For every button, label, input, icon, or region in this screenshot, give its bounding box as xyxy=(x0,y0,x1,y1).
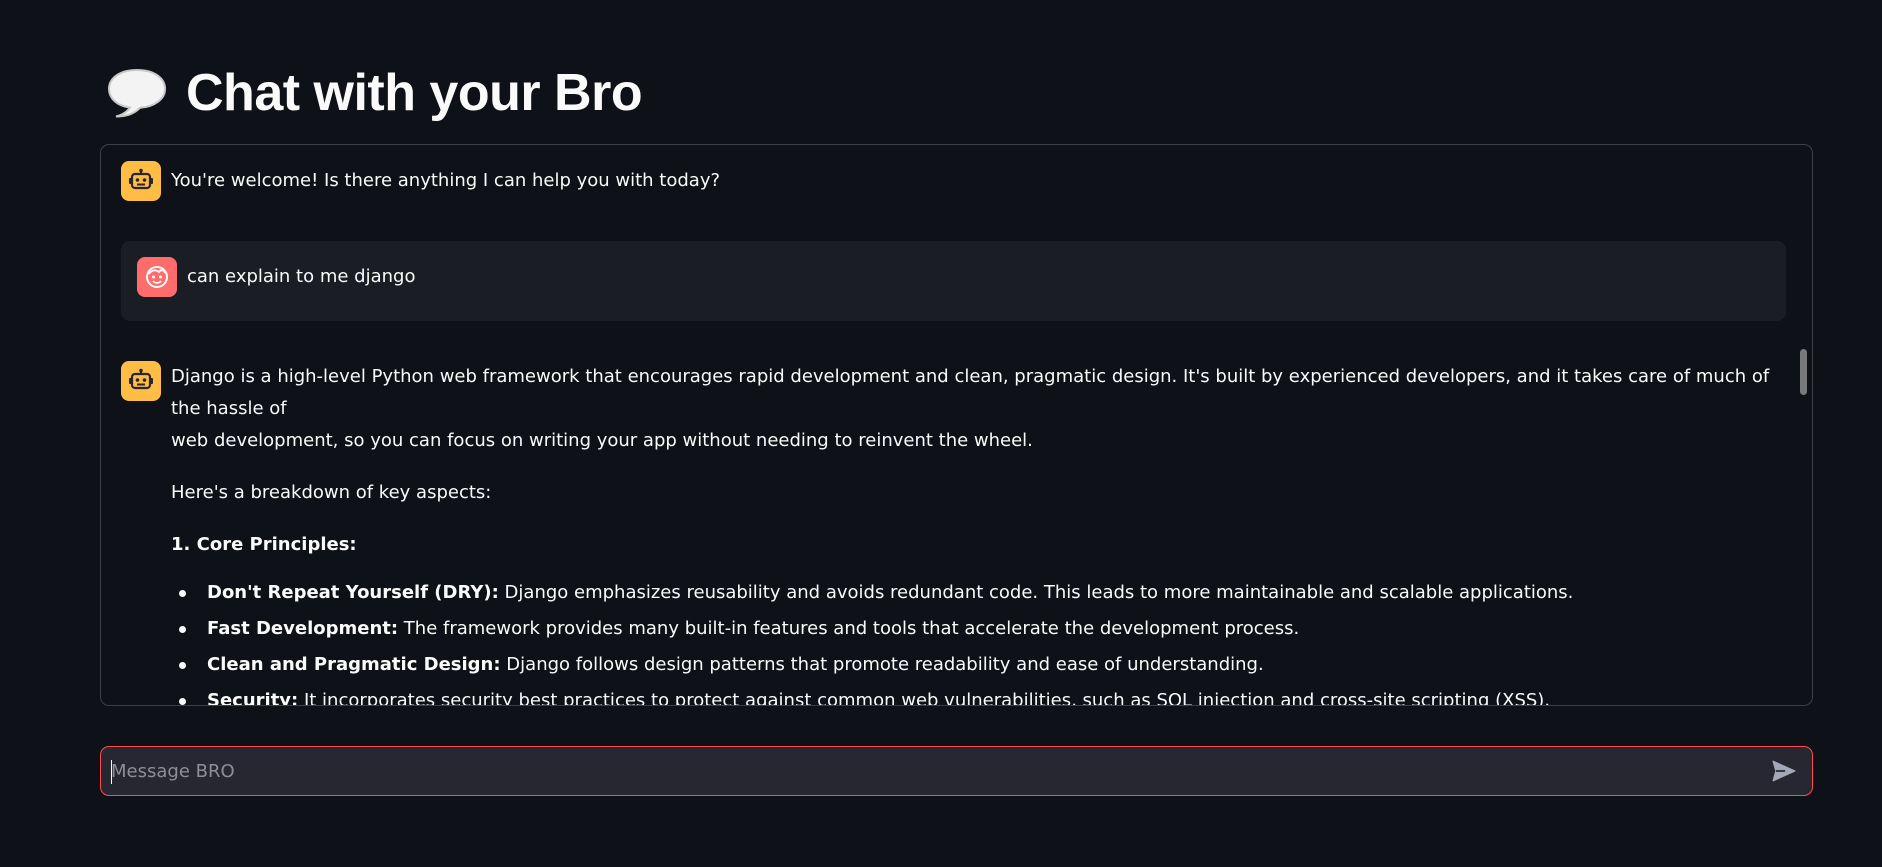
message-text-line: web development, so you can focus on wri… xyxy=(171,430,1033,451)
list-item-desc: The framework provides many built-in fea… xyxy=(398,618,1300,639)
bullet-list: Don't Repeat Yourself (DRY): Django emph… xyxy=(171,575,1786,706)
assistant-message: You're welcome! Is there anything I can … xyxy=(121,161,1786,201)
list-item-desc: It incorporates security best practices … xyxy=(298,690,1551,706)
message-input[interactable] xyxy=(101,747,1760,795)
list-item: Security: It incorporates security best … xyxy=(171,683,1786,706)
section-heading: 1. Core Principles: xyxy=(171,534,357,555)
list-item: Fast Development: The framework provides… xyxy=(171,611,1786,647)
list-item: Don't Repeat Yourself (DRY): Django emph… xyxy=(171,575,1786,611)
user-message-content: can explain to me django xyxy=(187,257,415,321)
assistant-message-content: You're welcome! Is there anything I can … xyxy=(171,161,720,201)
list-item-term: Security: xyxy=(207,690,299,706)
page-header: Chat with your Bro xyxy=(106,58,643,128)
robot-face-icon xyxy=(129,368,153,390)
chat-input-container[interactable] xyxy=(100,746,1813,796)
page-title: Chat with your Bro xyxy=(186,64,643,122)
list-item-desc: Django follows design patterns that prom… xyxy=(500,654,1264,675)
assistant-message: Django is a high-level Python web framew… xyxy=(121,361,1786,706)
chat-history-container[interactable]: You're welcome! Is there anything I can … xyxy=(100,144,1813,706)
assistant-avatar xyxy=(121,161,161,201)
list-item-term: Don't Repeat Yourself (DRY): xyxy=(207,582,499,603)
list-item-term: Fast Development: xyxy=(207,618,399,639)
text-caret xyxy=(111,760,112,784)
list-item-term: Clean and Pragmatic Design: xyxy=(207,654,501,675)
send-button[interactable] xyxy=(1760,747,1808,795)
chat-scroll-area[interactable]: You're welcome! Is there anything I can … xyxy=(101,145,1812,705)
user-message: can explain to me django xyxy=(121,241,1786,321)
assistant-message-content: Django is a high-level Python web framew… xyxy=(171,361,1786,706)
robot-face-icon xyxy=(129,168,153,190)
assistant-avatar xyxy=(121,361,161,401)
list-item: Clean and Pragmatic Design: Django follo… xyxy=(171,647,1786,683)
user-avatar xyxy=(137,257,177,297)
message-text: can explain to me django xyxy=(187,266,416,287)
speech-balloon-icon xyxy=(107,68,167,118)
message-text-line: Django is a high-level Python web framew… xyxy=(171,366,1770,419)
smiling-face-icon xyxy=(146,266,168,288)
message-paragraph: Here's a breakdown of key aspects: xyxy=(171,482,492,503)
send-icon xyxy=(1772,760,1796,782)
list-item-desc: Django emphasizes reusability and avoids… xyxy=(498,582,1574,603)
chat-app: Chat with your Bro You're welcome! Is th… xyxy=(0,0,1882,867)
message-text: You're welcome! Is there anything I can … xyxy=(171,170,721,191)
scrollbar-thumb[interactable] xyxy=(1800,349,1807,395)
